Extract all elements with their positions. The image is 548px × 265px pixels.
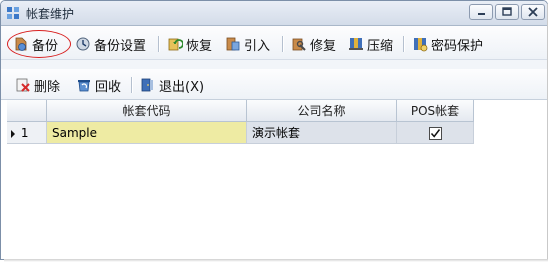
table-row[interactable]: 1 Sample 演示帐套 bbox=[7, 122, 474, 144]
current-row-arrow-icon bbox=[11, 129, 15, 138]
import-label: 引入 bbox=[244, 38, 271, 54]
header-row-indicator bbox=[7, 100, 47, 122]
account-maintenance-window: 帐套维护 备份 备份设置 恢复 引入 修复 压缩 密码保护 删除 回收 退出(X… bbox=[0, 0, 548, 260]
backup-settings-button[interactable]: 备份设置 bbox=[75, 34, 146, 54]
backup-icon bbox=[15, 37, 27, 51]
backup-settings-icon bbox=[76, 37, 90, 51]
exit-button[interactable]: 退出(X) bbox=[140, 75, 204, 95]
app-icon bbox=[7, 7, 19, 19]
password-protect-button[interactable]: 密码保护 bbox=[412, 34, 483, 54]
minimize-button[interactable] bbox=[469, 4, 493, 20]
delete-icon bbox=[16, 78, 30, 92]
cell-account-code[interactable]: Sample bbox=[47, 122, 247, 144]
toolbar-main: 备份 备份设置 恢复 引入 修复 压缩 密码保护 bbox=[1, 26, 547, 60]
delete-label: 删除 bbox=[34, 79, 61, 95]
header-pos-account[interactable]: POS帐套 bbox=[397, 100, 474, 122]
toolbar-separator bbox=[403, 36, 404, 52]
window-title: 帐套维护 bbox=[26, 7, 75, 21]
backup-settings-label: 备份设置 bbox=[94, 38, 147, 54]
pos-checkbox[interactable] bbox=[428, 127, 442, 140]
recycle-button[interactable]: 回收 bbox=[76, 75, 121, 95]
compress-icon bbox=[349, 38, 363, 50]
toolbar-separator bbox=[282, 36, 283, 52]
restore-button[interactable]: 恢复 bbox=[167, 34, 212, 54]
row-indicator[interactable]: 1 bbox=[7, 122, 47, 144]
import-button[interactable]: 引入 bbox=[225, 34, 270, 54]
exit-label: 退出(X) bbox=[159, 79, 205, 95]
header-account-code[interactable]: 帐套代码 bbox=[47, 100, 247, 122]
header-company-name[interactable]: 公司名称 bbox=[247, 100, 397, 122]
toolbar-secondary: 删除 回收 退出(X) bbox=[1, 69, 547, 100]
password-protect-label: 密码保护 bbox=[431, 38, 484, 54]
repair-button[interactable]: 修复 bbox=[291, 34, 336, 54]
cell-pos-account[interactable] bbox=[397, 122, 474, 144]
password-protect-icon bbox=[414, 38, 428, 52]
title-bar: 帐套维护 bbox=[1, 1, 547, 26]
maximize-button[interactable] bbox=[495, 4, 519, 20]
compress-button[interactable]: 压缩 bbox=[348, 34, 393, 54]
repair-icon bbox=[292, 38, 306, 51]
toolbar-separator bbox=[158, 36, 159, 52]
grid-header: 帐套代码 公司名称 POS帐套 bbox=[7, 100, 474, 122]
cell-company-name[interactable]: 演示帐套 bbox=[247, 122, 397, 144]
backup-button[interactable]: 备份 bbox=[13, 34, 58, 54]
close-button[interactable] bbox=[521, 4, 545, 20]
toolbar-separator bbox=[131, 77, 132, 93]
compress-label: 压缩 bbox=[367, 38, 394, 54]
window-shadow bbox=[4, 259, 548, 262]
account-grid: 帐套代码 公司名称 POS帐套 1 Sample 演示帐套 bbox=[1, 100, 547, 259]
minimize-icon bbox=[478, 13, 485, 15]
close-icon bbox=[528, 7, 538, 17]
exit-icon bbox=[141, 78, 153, 92]
backup-label: 备份 bbox=[32, 38, 59, 54]
restore-label: 恢复 bbox=[186, 38, 213, 54]
restore-icon bbox=[168, 38, 183, 51]
maximize-icon bbox=[502, 7, 512, 16]
delete-button[interactable]: 删除 bbox=[15, 75, 60, 95]
recycle-icon bbox=[78, 80, 90, 92]
repair-label: 修复 bbox=[310, 38, 337, 54]
recycle-label: 回收 bbox=[95, 79, 122, 95]
import-icon bbox=[226, 37, 240, 51]
row-index: 1 bbox=[20, 126, 29, 140]
